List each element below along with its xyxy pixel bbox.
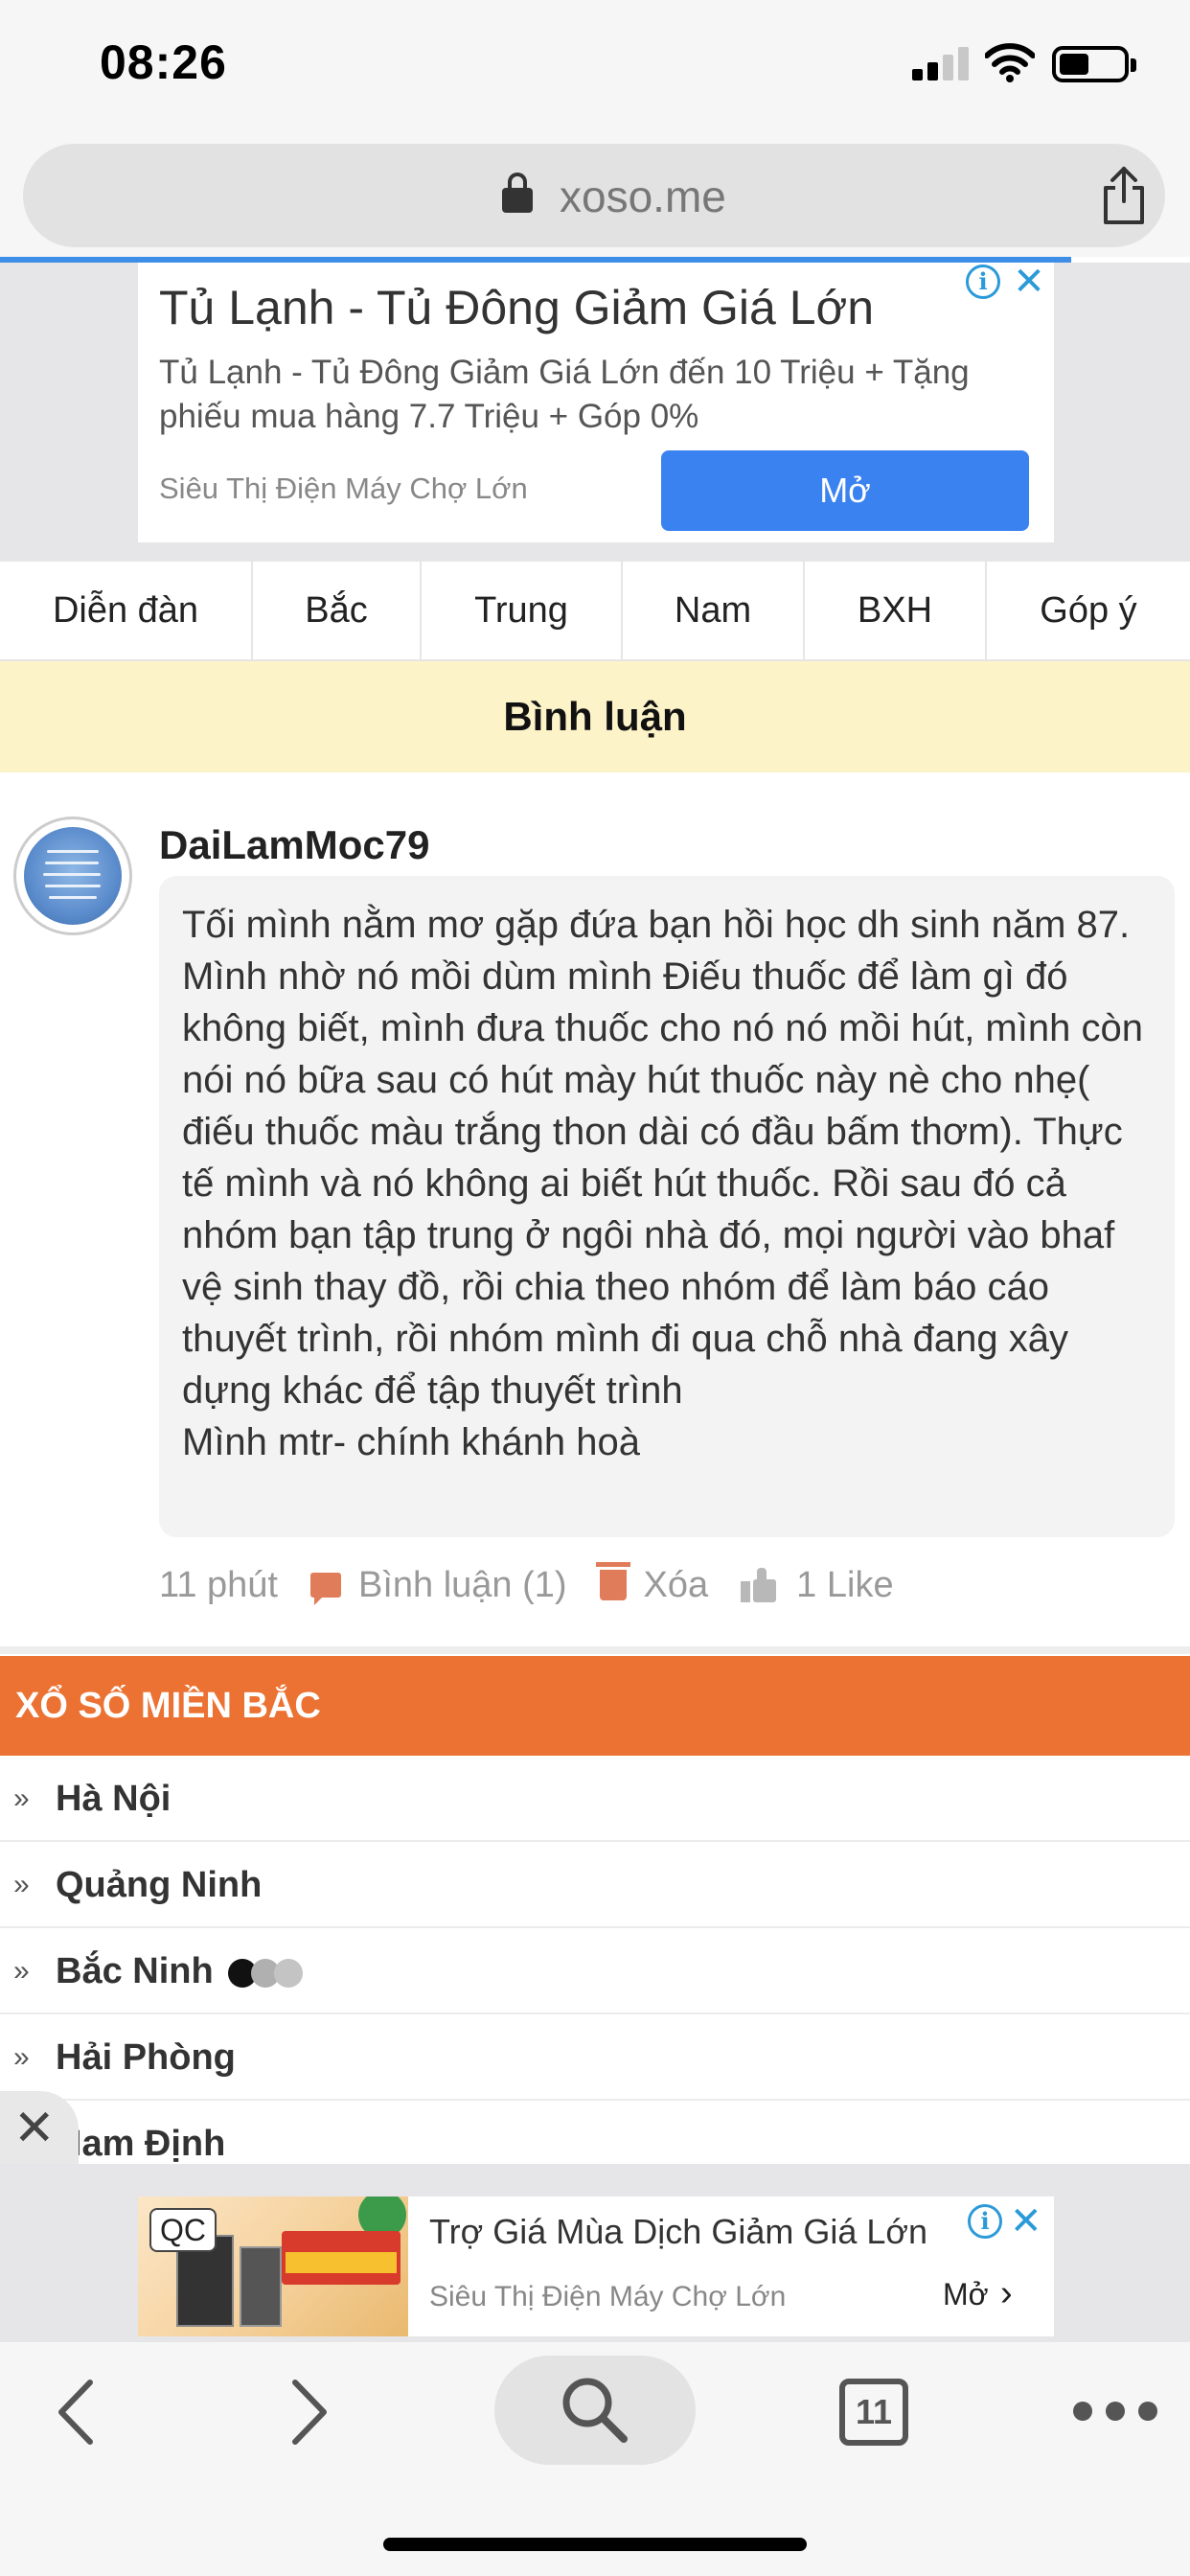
province-name: Bắc Ninh <box>56 1951 214 1991</box>
chevron-right-icon[interactable]: › <box>1000 2273 1013 2314</box>
nav-item-feedback[interactable]: Góp ý <box>987 562 1190 659</box>
ad-close-icon[interactable]: ✕ <box>1010 2202 1042 2241</box>
chevron-right-icon: » <box>13 1782 30 1814</box>
bottom-ad[interactable]: QC Trợ Giá Mùa Dịch Giảm Giá Lớn Siêu Th… <box>138 2196 1054 2336</box>
nav-item-south[interactable]: Nam <box>623 562 805 659</box>
chevron-right-icon: » <box>13 1955 30 1987</box>
comment-body: Tối mình nằm mơ gặp đứa bạn hồi học dh s… <box>159 876 1175 1537</box>
reply-label: Bình luận (1) <box>357 1564 567 1605</box>
nav-item-north[interactable]: Bắc <box>253 562 422 659</box>
thumbs-up-icon <box>741 1568 779 1602</box>
ad-title[interactable]: Tủ Lạnh - Tủ Đông Giảm Giá Lớn <box>159 280 874 335</box>
comment-username[interactable]: DaiLamMoc79 <box>159 822 429 868</box>
browser-toolbar: 11 <box>0 2342 1190 2576</box>
tabs-button[interactable]: 11 <box>839 2379 908 2446</box>
province-name: Hà Nội <box>56 1779 172 1819</box>
ad-thumbnail[interactable]: QC <box>138 2196 408 2336</box>
ad-close-icon[interactable]: ✕ <box>1010 263 1048 301</box>
search-icon <box>562 2378 628 2443</box>
comment-text: Tối mình nằm mơ gặp đứa bạn hồi học dh s… <box>182 904 1143 1412</box>
avatar[interactable] <box>13 816 132 935</box>
province-item-nam-dinh[interactable]: » Nam Định <box>0 2101 1190 2164</box>
address-bar[interactable]: xoso.me <box>23 144 1165 247</box>
ad-open-button[interactable]: Mở <box>943 2277 989 2312</box>
comment-actions: 11 phút Bình luận (1) Xóa 1 Like <box>159 1558 927 1612</box>
lock-icon <box>502 172 533 213</box>
home-indicator <box>383 2538 807 2551</box>
divider <box>0 1646 1190 1654</box>
close-icon: ✕ <box>13 2101 56 2156</box>
chevron-right-icon: » <box>13 1869 30 1900</box>
province-name: Quảng Ninh <box>56 1865 263 1905</box>
comment-time: 11 phút <box>159 1564 278 1605</box>
lottery-section-header[interactable]: XỔ SỐ MIỀN BẮC <box>0 1656 1190 1756</box>
ad-source: Siêu Thị Điện Máy Chợ Lớn <box>429 2281 787 2312</box>
province-item-ha-noi[interactable]: » Hà Nội <box>0 1756 1190 1842</box>
delete-label: Xóa <box>643 1564 709 1605</box>
reply-button[interactable]: Bình luận (1) <box>309 1564 567 1606</box>
main-nav: Diễn đàn Bắc Trung Nam BXH Góp ý <box>0 560 1190 661</box>
trash-icon <box>595 1562 630 1600</box>
ad-open-button[interactable]: Mở <box>661 450 1029 531</box>
forward-icon[interactable] <box>289 2377 332 2448</box>
ad-info-icon[interactable]: i <box>966 264 1000 299</box>
status-bar: 08:26 <box>0 0 1190 134</box>
wifi-icon <box>985 43 1035 82</box>
province-name: Nam Định <box>56 2124 226 2164</box>
search-button[interactable] <box>494 2356 696 2465</box>
comment-icon <box>309 1573 341 1605</box>
ad-description: Tủ Lạnh - Tủ Đông Giảm Giá Lớn đến 10 Tr… <box>159 354 970 435</box>
back-icon[interactable] <box>54 2377 96 2448</box>
top-ad-container: Tủ Lạnh - Tủ Đông Giảm Giá Lớn Tủ Lạnh -… <box>0 263 1190 560</box>
top-ad[interactable]: Tủ Lạnh - Tủ Đông Giảm Giá Lớn Tủ Lạnh -… <box>138 263 1054 542</box>
ad-badge: QC <box>149 2208 217 2252</box>
more-icon[interactable] <box>1073 2402 1159 2421</box>
like-label: 1 Like <box>796 1564 894 1605</box>
status-time: 08:26 <box>100 35 227 89</box>
province-item-bac-ninh[interactable]: » Bắc Ninh <box>0 1928 1190 2014</box>
signal-icon <box>912 46 970 80</box>
section-title: Bình luận <box>0 661 1190 772</box>
province-item-hai-phong[interactable]: » Hải Phòng <box>0 2014 1190 2101</box>
bottom-ad-container: QC Trợ Giá Mùa Dịch Giảm Giá Lớn Siêu Th… <box>0 2164 1190 2342</box>
like-button[interactable]: 1 Like <box>741 1564 894 1606</box>
share-icon[interactable] <box>1100 165 1148 226</box>
comment-text: Mình mtr- chính khánh hoà <box>182 1421 641 1463</box>
browser-address-area: xoso.me <box>0 134 1190 257</box>
delete-button[interactable]: Xóa <box>595 1562 709 1606</box>
ad-source: Siêu Thị Điện Máy Chợ Lớn <box>159 472 528 505</box>
nav-item-ranking[interactable]: BXH <box>805 562 987 659</box>
url-text: xoso.me <box>560 172 726 221</box>
province-item-quang-ninh[interactable]: » Quảng Ninh <box>0 1842 1190 1928</box>
nav-item-forum[interactable]: Diễn đàn <box>0 562 253 659</box>
ad-title[interactable]: Trợ Giá Mùa Dịch Giảm Giá Lớn <box>429 2212 927 2252</box>
nav-item-central[interactable]: Trung <box>422 562 623 659</box>
province-name: Hải Phòng <box>56 2037 236 2078</box>
battery-icon <box>1052 46 1136 82</box>
close-ad-button[interactable]: ✕ <box>0 2091 79 2166</box>
chevron-right-icon: » <box>13 2041 30 2073</box>
ad-info-icon[interactable]: i <box>968 2204 1002 2239</box>
